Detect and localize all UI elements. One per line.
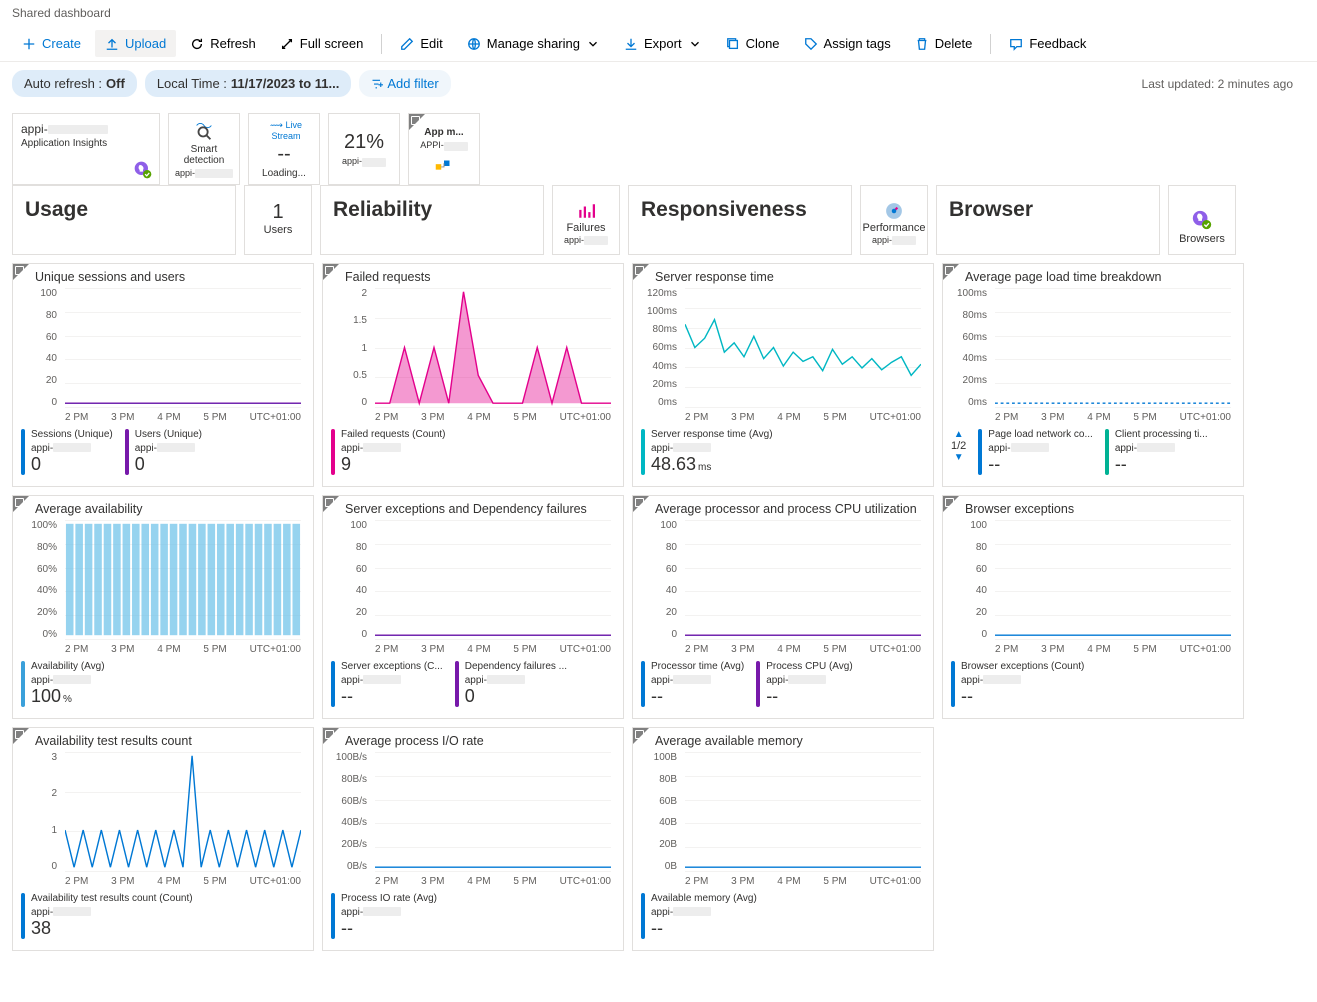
responsiveness-title: Responsiveness (628, 185, 852, 255)
plus-icon (22, 37, 36, 51)
create-button[interactable]: Create (12, 30, 91, 57)
refresh-icon (190, 37, 204, 51)
separator (381, 34, 382, 54)
chart-availtest[interactable]: Availability test results count 3210 2 P… (12, 727, 314, 951)
last-updated: Last updated: 2 minutes ago (1142, 77, 1305, 91)
browsers-tile[interactable]: Browsers (1168, 185, 1236, 255)
feedback-icon (1009, 37, 1023, 51)
autorefresh-pill[interactable]: Auto refresh : Off (12, 70, 137, 97)
breadcrumb[interactable]: Shared dashboard (0, 0, 1317, 26)
magnifier-icon (193, 120, 215, 142)
chevron-down-icon (688, 37, 702, 51)
fullscreen-icon (280, 37, 294, 51)
live-stream-tile[interactable]: ⟿ Live Stream -- Loading... (248, 113, 320, 185)
manage-sharing-button[interactable]: Manage sharing (457, 30, 610, 57)
users-count-tile[interactable]: 1Users (244, 185, 312, 255)
chart-title: Browser exceptions (951, 502, 1235, 516)
failures-icon (577, 202, 595, 220)
chart-memory[interactable]: Average available memory 100B80B60B40B20… (632, 727, 934, 951)
clone-button[interactable]: Clone (716, 30, 790, 57)
chart-serverex[interactable]: Server exceptions and Dependency failure… (322, 495, 624, 719)
chart-title: Average page load time breakdown (951, 270, 1235, 284)
chart-io[interactable]: Average process I/O rate 100B/s80B/s60B/… (322, 727, 624, 951)
chart-title: Unique sessions and users (21, 270, 305, 284)
chart-title: Availability test results count (21, 734, 305, 748)
refresh-button[interactable]: Refresh (180, 30, 266, 57)
filter-plus-icon (371, 78, 383, 90)
usage-title: Usage (12, 185, 236, 255)
chart-avail[interactable]: Average availability 100%80%60%40%20%0% … (12, 495, 314, 719)
pencil-icon (400, 37, 414, 51)
percent-tile[interactable]: 21% appi- (328, 113, 400, 185)
chart-sessions[interactable]: Unique sessions and users 100806040200 2… (12, 263, 314, 487)
chart-title: Average process I/O rate (331, 734, 615, 748)
reliability-title: Reliability (320, 185, 544, 255)
assign-tags-button[interactable]: Assign tags (794, 30, 901, 57)
chevron-down-icon (586, 37, 600, 51)
browser-title: Browser (936, 185, 1160, 255)
lightbulb-check-icon (133, 160, 153, 180)
time-range-pill[interactable]: Local Time : 11/17/2023 to 11... (145, 70, 352, 97)
chart-pageload[interactable]: Average page load time breakdown 100ms80… (942, 263, 1244, 487)
upload-icon (105, 37, 119, 51)
performance-icon (885, 202, 903, 220)
trash-icon (915, 37, 929, 51)
share-icon (467, 37, 481, 51)
appmap-icon (433, 155, 455, 177)
chart-title: Average availability (21, 502, 305, 516)
add-filter-button[interactable]: Add filter (359, 70, 450, 97)
upload-button[interactable]: Upload (95, 30, 176, 57)
smart-detection-tile[interactable]: Smart detection appi- (168, 113, 240, 185)
chart-failed[interactable]: Failed requests 21.510.50 2 PM3 PM4 PM5 … (322, 263, 624, 487)
separator (990, 34, 991, 54)
app-map-tile[interactable]: App m... APPI- (408, 113, 480, 185)
download-icon (624, 37, 638, 51)
chart-title: Average processor and process CPU utiliz… (641, 502, 925, 516)
chart-title: Average available memory (641, 734, 925, 748)
failures-tile[interactable]: Failuresappi- (552, 185, 620, 255)
chart-server_resp[interactable]: Server response time 120ms100ms80ms60ms4… (632, 263, 934, 487)
chart-title: Server exceptions and Dependency failure… (331, 502, 615, 516)
performance-tile[interactable]: Performanceappi- (860, 185, 928, 255)
delete-button[interactable]: Delete (905, 30, 983, 57)
edit-button[interactable]: Edit (390, 30, 452, 57)
export-button[interactable]: Export (614, 30, 712, 57)
toolbar: Create Upload Refresh Full screen Edit M… (0, 26, 1317, 62)
clone-icon (726, 37, 740, 51)
appinsights-tile[interactable]: appi- Application Insights (12, 113, 160, 185)
chart-cpu[interactable]: Average processor and process CPU utiliz… (632, 495, 934, 719)
filter-bar: Auto refresh : Off Local Time : 11/17/20… (0, 62, 1317, 105)
chart-title: Server response time (641, 270, 925, 284)
browsers-icon (1191, 209, 1213, 231)
feedback-button[interactable]: Feedback (999, 30, 1096, 57)
fullscreen-button[interactable]: Full screen (270, 30, 374, 57)
chart-browserex[interactable]: Browser exceptions 100806040200 2 PM3 PM… (942, 495, 1244, 719)
tag-icon (804, 37, 818, 51)
chart-title: Failed requests (331, 270, 615, 284)
